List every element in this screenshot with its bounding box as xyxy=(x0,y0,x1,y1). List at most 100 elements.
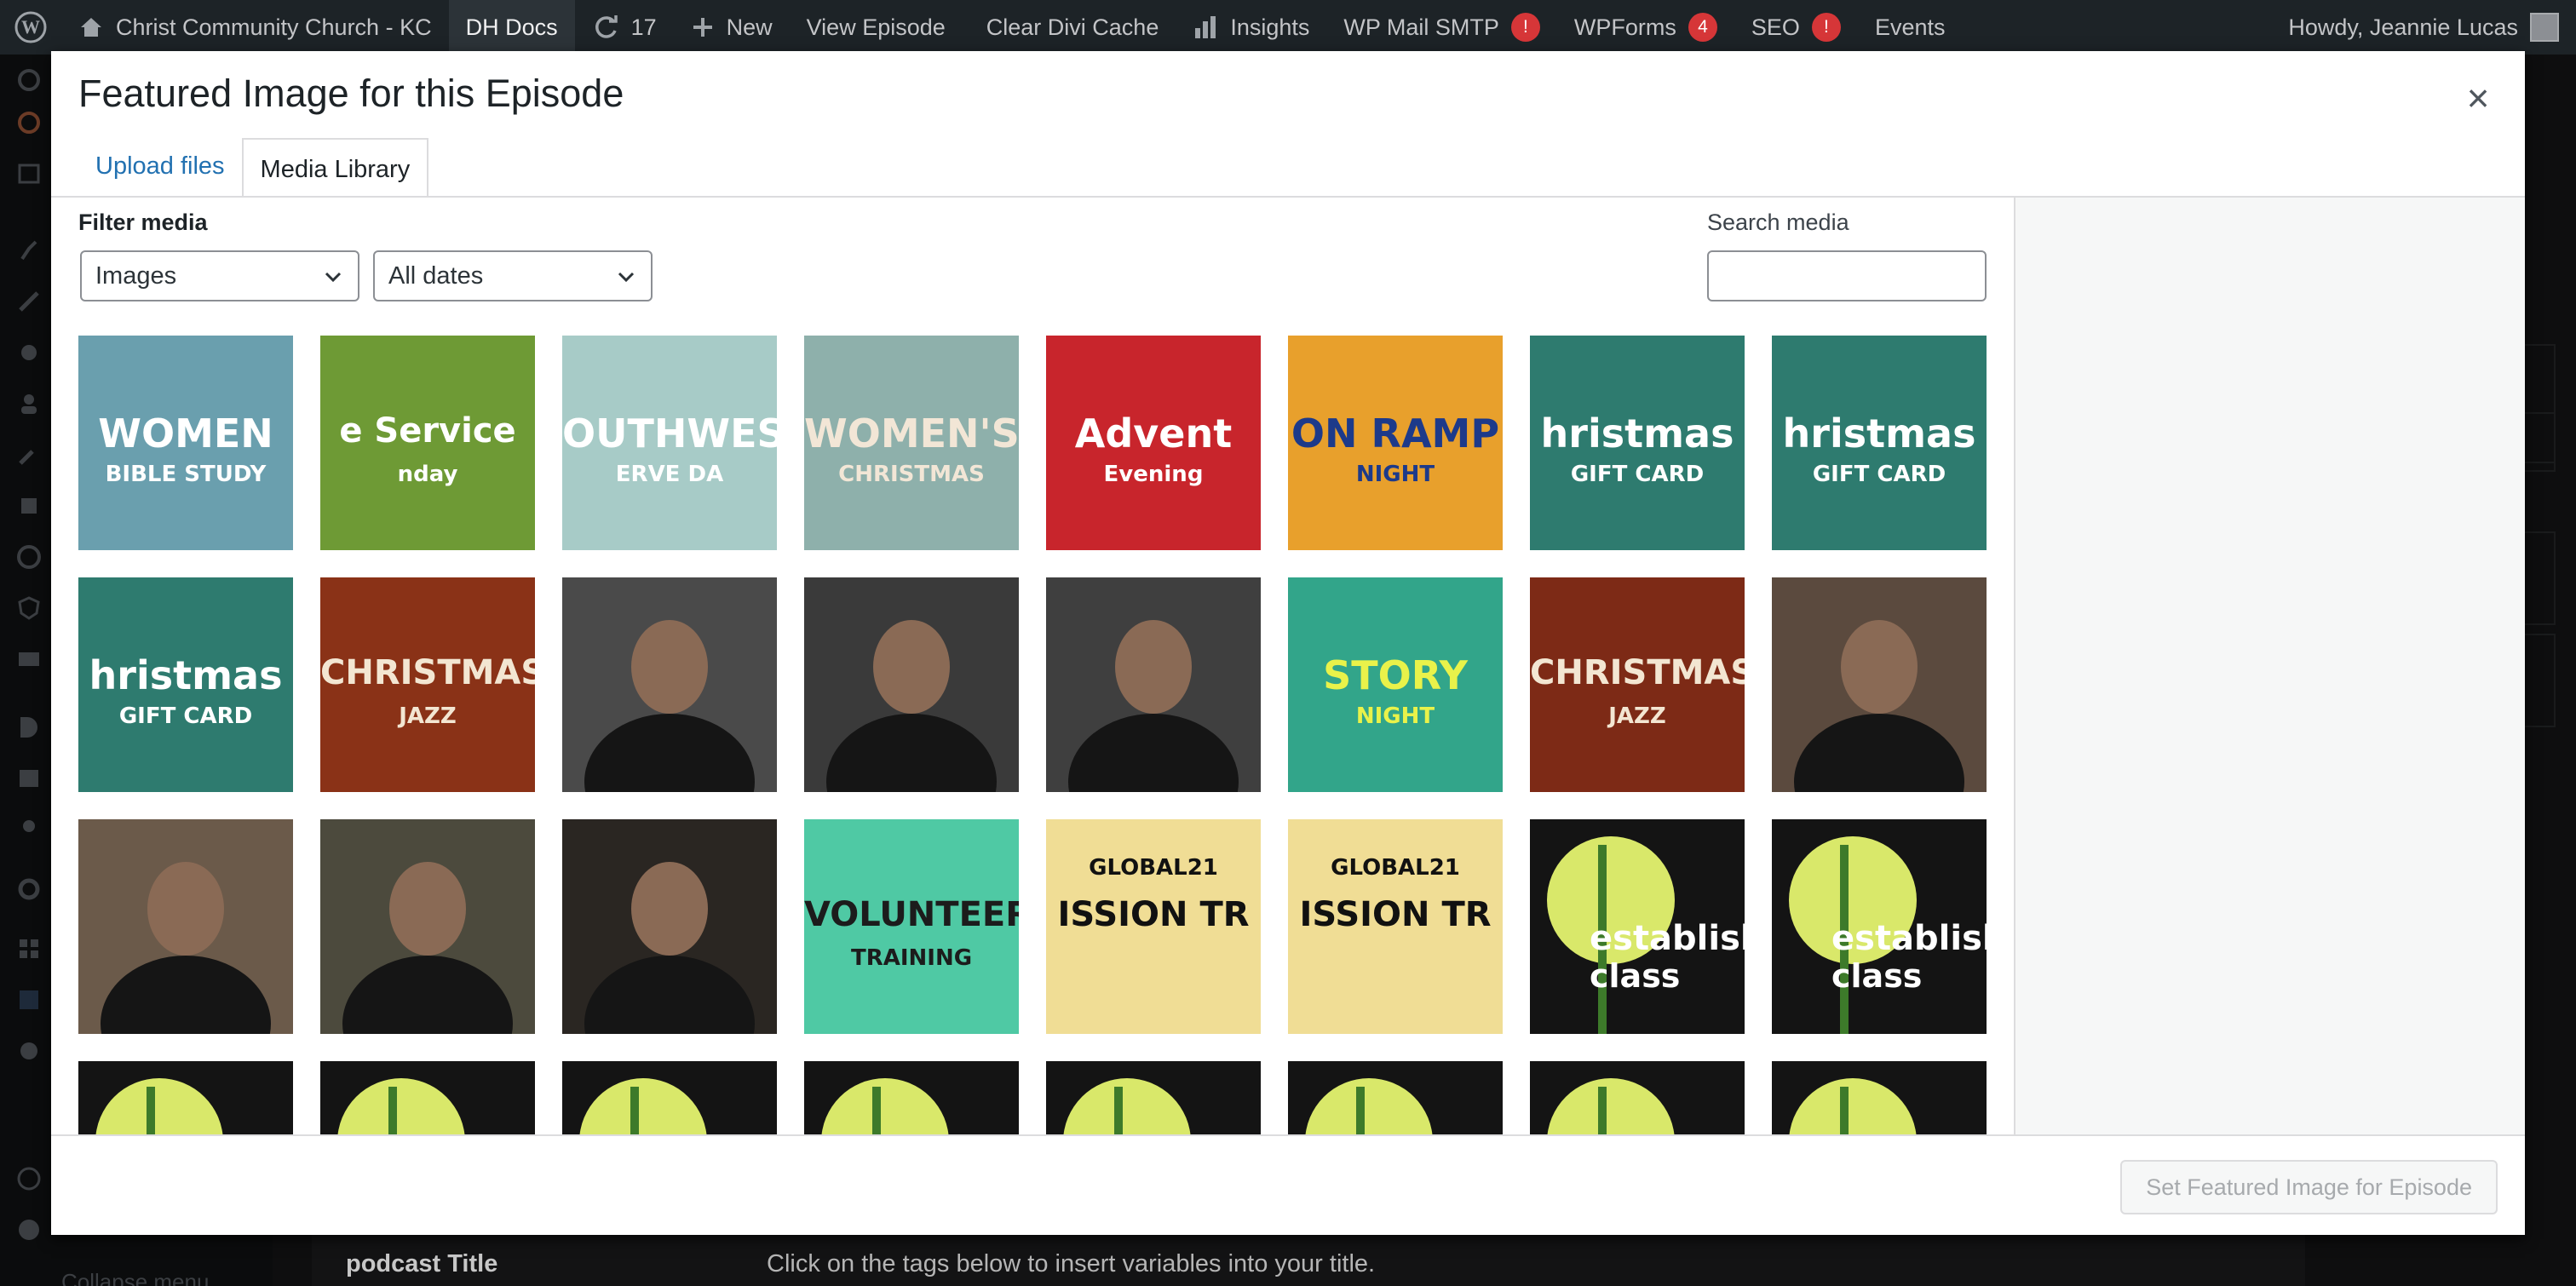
image-icon[interactable] xyxy=(12,983,46,1017)
media-thumbnail[interactable] xyxy=(78,819,293,1034)
thumbnail-text: WOMEN xyxy=(98,410,273,456)
pin-icon[interactable] xyxy=(12,233,46,267)
media-thumbnail[interactable]: ISSION TR GLOBAL21 xyxy=(1046,819,1261,1034)
media-thumbnail[interactable]: establisheclass xyxy=(1530,819,1745,1034)
media-thumbnail[interactable] xyxy=(320,1061,535,1134)
people-icon[interactable] xyxy=(12,812,46,847)
search-input[interactable] xyxy=(1707,250,1987,301)
thumbnail-subtext: GLOBAL21 xyxy=(1089,855,1218,881)
modal-tabs: Upload files Media Library xyxy=(78,136,429,198)
thumbnail-subtext: Evening xyxy=(1103,462,1204,487)
media-thumbnail[interactable] xyxy=(1530,1061,1745,1134)
updates-menu-icon[interactable] xyxy=(12,106,46,140)
wpforms-link[interactable]: WPForms 4 xyxy=(1557,0,1734,55)
media-thumbnail[interactable] xyxy=(562,577,777,792)
thumbnail-text: CHRISTMAS xyxy=(1530,653,1745,692)
media-thumbnail[interactable] xyxy=(562,819,777,1034)
divider-d-icon[interactable] xyxy=(12,1162,46,1196)
media-thumbnail[interactable] xyxy=(1046,577,1261,792)
media-thumbnail[interactable] xyxy=(1772,1061,1987,1134)
thumbnail-subtext: GIFT CARD xyxy=(118,703,253,729)
events-link[interactable]: Events xyxy=(1858,0,1963,55)
media-thumbnail[interactable] xyxy=(804,577,1019,792)
media-thumbnail[interactable]: WOMEN BIBLE STUDY xyxy=(78,336,293,550)
brush-icon[interactable] xyxy=(12,284,46,319)
dh-docs-link[interactable]: DH Docs xyxy=(448,0,575,55)
media-thumbnail[interactable]: ON RAMP NIGHT xyxy=(1288,336,1503,550)
media-thumbnail[interactable] xyxy=(1772,577,1987,792)
media-thumbnail[interactable]: Advent Evening xyxy=(1046,336,1261,550)
updates-link[interactable]: 17 xyxy=(575,0,674,55)
chevron-down-icon xyxy=(322,266,344,295)
sprout-stem xyxy=(1114,1087,1123,1134)
divi-icon[interactable] xyxy=(12,710,46,744)
tools-icon[interactable] xyxy=(12,438,46,472)
media-thumbnail[interactable] xyxy=(804,1061,1019,1134)
collapse-arrow-icon[interactable] xyxy=(12,1213,46,1247)
admin-bar: W Christ Community Church - KC DH Docs 1… xyxy=(0,0,2576,55)
view-episode-link[interactable]: View Episode xyxy=(790,0,963,55)
grid-icon[interactable] xyxy=(12,932,46,966)
calendar-icon[interactable] xyxy=(12,157,46,191)
person-photo-shape xyxy=(389,862,466,956)
seo-menu-icon[interactable] xyxy=(12,540,46,574)
thumbnail-text: VOLUNTEER xyxy=(804,895,1019,934)
thumbnail-text: ISSION TR xyxy=(1299,895,1492,934)
wp-mail-smtp-link[interactable]: WP Mail SMTP ! xyxy=(1326,0,1557,55)
my-account-link[interactable]: Howdy, Jeannie Lucas xyxy=(2271,0,2576,55)
thumbnail-subtext: NIGHT xyxy=(1355,703,1435,729)
close-button[interactable]: × xyxy=(2448,68,2508,128)
clear-divi-cache-link[interactable]: Clear Divi Cache xyxy=(963,0,1176,55)
thumbnail-subtext: ERVE DA xyxy=(615,462,724,487)
dashboard-icon[interactable] xyxy=(12,63,46,97)
new-content-link[interactable]: New xyxy=(674,0,790,55)
site-name-link[interactable]: Christ Community Church - KC xyxy=(61,0,449,55)
mail-icon[interactable] xyxy=(12,642,46,676)
set-featured-image-button[interactable]: Set Featured Image for Episode xyxy=(2120,1160,2498,1214)
media-thumbnail[interactable] xyxy=(78,1061,293,1134)
tab-upload-files[interactable]: Upload files xyxy=(78,136,242,196)
media-thumbnail[interactable]: CHRISTMAS JAZZ xyxy=(320,577,535,792)
plugin-icon[interactable] xyxy=(12,336,46,370)
media-thumbnail[interactable]: e Service nday xyxy=(320,336,535,550)
insights-link[interactable]: Insights xyxy=(1176,0,1326,55)
media-thumbnail[interactable]: hristmas GIFT CARD xyxy=(78,577,293,792)
thumbnail-subtext: TRAINING xyxy=(850,945,973,971)
media-thumbnail[interactable]: WOMEN'S CHRISTMAS xyxy=(804,336,1019,550)
settings-gear-icon[interactable] xyxy=(12,1034,46,1068)
media-thumbnail[interactable]: CHRISTMAS JAZZ xyxy=(1530,577,1745,792)
media-thumbnail[interactable] xyxy=(1046,1061,1261,1134)
media-thumbnail[interactable]: VOLUNTEER TRAINING xyxy=(804,819,1019,1034)
media-thumbnail[interactable] xyxy=(1288,1061,1503,1134)
media-thumbnail[interactable] xyxy=(562,1061,777,1134)
settings-icon[interactable] xyxy=(12,489,46,523)
media-type-select[interactable]: Images xyxy=(80,250,359,301)
person-photo-shape xyxy=(826,714,997,792)
media-thumbnail[interactable]: hristmas GIFT CARD xyxy=(1772,336,1987,550)
thumbnail-text: e Service xyxy=(339,411,516,451)
collapse-menu[interactable]: Collapse menu xyxy=(12,1269,209,1286)
thumbnail-subtext: JAZZ xyxy=(399,703,457,729)
person-photo-shape xyxy=(1115,620,1192,714)
layouts-icon[interactable] xyxy=(12,761,46,795)
media-thumbnail[interactable]: establisheclass xyxy=(1772,819,1987,1034)
seo-link[interactable]: SEO ! xyxy=(1734,0,1858,55)
wordpress-logo-icon[interactable]: W xyxy=(0,0,61,55)
media-thumbnail[interactable]: STORY NIGHT xyxy=(1288,577,1503,792)
thumbnail-text: hristmas xyxy=(1782,410,1976,456)
date-filter-select[interactable]: All dates xyxy=(373,250,653,301)
wpforms-label: WPForms xyxy=(1573,14,1676,40)
gear-icon[interactable] xyxy=(12,872,46,906)
avatar xyxy=(2530,13,2559,42)
tab-media-library[interactable]: Media Library xyxy=(241,138,429,198)
thumbnail-subtext: BIBLE STUDY xyxy=(105,462,267,487)
users-icon[interactable] xyxy=(12,387,46,421)
filter-media-label: Filter media xyxy=(78,210,208,235)
media-thumbnail[interactable]: ISSION TR GLOBAL21 xyxy=(1288,819,1503,1034)
media-thumbnail[interactable]: hristmas GIFT CARD xyxy=(1530,336,1745,550)
media-thumbnail[interactable] xyxy=(320,819,535,1034)
media-thumbnail[interactable]: OUTHWES ERVE DA xyxy=(562,336,777,550)
thumbnail-subtext: class xyxy=(1590,957,1681,995)
person-photo-shape xyxy=(1794,714,1964,792)
shield-icon[interactable] xyxy=(12,591,46,625)
